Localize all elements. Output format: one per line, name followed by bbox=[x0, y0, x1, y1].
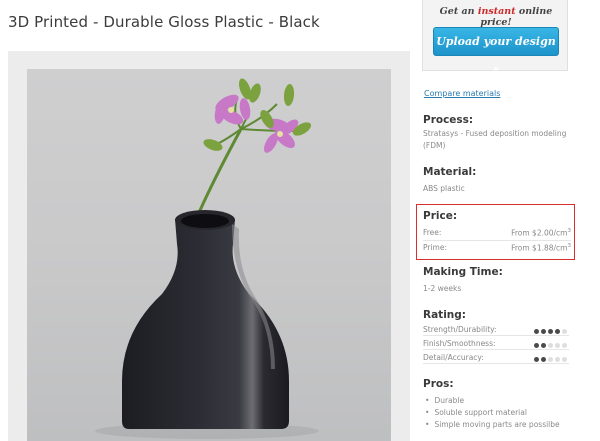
price-box: Price: Free: From $2.00/cm3 Prime: From … bbox=[416, 204, 575, 260]
rating-row-strength: Strength/Durability: bbox=[423, 324, 569, 336]
price-value: From $1.88/cm3 bbox=[511, 243, 571, 253]
rating-dot-empty bbox=[555, 357, 560, 362]
rating-label: Finish/Smoothness: bbox=[423, 339, 496, 348]
rating-dot-filled bbox=[541, 357, 546, 362]
rating-heading: Rating: bbox=[423, 309, 466, 321]
process-heading: Process: bbox=[423, 114, 474, 126]
price-label: Free: bbox=[423, 228, 442, 237]
rating-dots bbox=[532, 355, 567, 362]
rating-dot-empty bbox=[562, 329, 567, 334]
upload-panel: Get an instant online price! Upload your… bbox=[422, 0, 569, 75]
process-text: Stratasys - Fused deposition modeling (F… bbox=[423, 129, 567, 150]
rating-dot-filled bbox=[548, 329, 553, 334]
rating-dots bbox=[532, 341, 567, 348]
upload-tagline: Get an instant online price! bbox=[423, 6, 569, 28]
making-time-heading: Making Time: bbox=[423, 266, 503, 278]
price-row-prime: Prime: From $1.88/cm3 bbox=[423, 242, 571, 256]
rating-dot-empty bbox=[562, 357, 567, 362]
upload-design-button[interactable]: Upload your design » bbox=[433, 27, 559, 75]
making-time-text: 1-2 weeks bbox=[423, 284, 462, 293]
pros-list: Durable Soluble support material Simple … bbox=[425, 395, 560, 431]
tagline-highlight: instant bbox=[477, 6, 516, 17]
rating-dot-filled bbox=[534, 357, 539, 362]
rating-dot-empty bbox=[555, 343, 560, 348]
rating-dot-filled bbox=[555, 329, 560, 334]
compare-materials-link[interactable]: Compare materials bbox=[424, 89, 500, 98]
rating-dot-empty bbox=[548, 343, 553, 348]
tagline-prefix: Get an bbox=[439, 6, 475, 17]
product-photo bbox=[27, 69, 391, 441]
pros-item: Simple moving parts are possilbe bbox=[425, 419, 559, 431]
page-title: 3D Printed - Durable Gloss Plastic - Bla… bbox=[8, 13, 320, 31]
rating-label: Strength/Durability: bbox=[423, 325, 497, 334]
rating-dot-filled bbox=[534, 343, 539, 348]
pros-heading: Pros: bbox=[423, 378, 454, 390]
vase-with-flower-image bbox=[95, 78, 319, 439]
price-label: Prime: bbox=[423, 243, 448, 252]
price-value: From $2.00/cm3 bbox=[511, 228, 571, 238]
price-heading: Price: bbox=[423, 210, 458, 222]
material-heading: Material: bbox=[423, 166, 477, 178]
material-text: ABS plastic bbox=[423, 184, 465, 193]
rating-dots bbox=[532, 327, 567, 334]
rating-row-detail: Detail/Accuracy: bbox=[423, 352, 569, 364]
price-row-free: Free: From $2.00/cm3 bbox=[423, 227, 571, 241]
rating-dot-empty bbox=[548, 357, 553, 362]
rating-label: Detail/Accuracy: bbox=[423, 353, 484, 362]
rating-dot-empty bbox=[562, 343, 567, 348]
rating-dot-filled bbox=[534, 329, 539, 334]
pros-item: Soluble support material bbox=[425, 407, 560, 419]
rating-dot-filled bbox=[541, 329, 546, 334]
rating-dot-filled bbox=[541, 343, 546, 348]
pros-item: Durable bbox=[425, 395, 560, 407]
rating-row-finish: Finish/Smoothness: bbox=[423, 338, 569, 350]
